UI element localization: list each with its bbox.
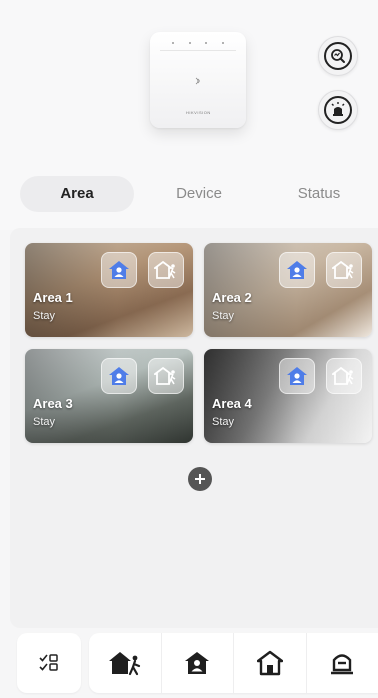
zoom-check-button[interactable] [318,36,358,76]
tab-bar: Area Device Status [0,176,378,212]
stay-home-button[interactable] [279,358,315,394]
area-status: Stay [212,416,235,428]
area-card-2[interactable]: Area 2 Stay [204,243,372,337]
siren-icon [324,96,352,124]
multi-select-icon [39,654,58,671]
disarm-button[interactable] [234,633,307,693]
area-name: Area 4 [212,396,252,411]
area-name: Area 2 [212,290,252,305]
stay-arm-button[interactable] [162,633,234,693]
away-arm-icon [108,652,140,676]
plus-icon [195,474,205,484]
area-name: Area 1 [33,290,73,305]
away-arm-button[interactable] [89,633,162,693]
add-area-button[interactable] [188,467,212,491]
stay-home-icon [109,261,129,279]
area-card-3[interactable]: Area 3 Stay [25,349,193,443]
away-exit-button[interactable] [326,358,362,394]
area-card-1[interactable]: Area 1 Stay [25,243,193,337]
stay-home-icon [287,367,307,385]
multi-select-button[interactable] [17,633,81,693]
clear-alarm-button[interactable] [307,633,378,693]
area-card-4[interactable]: Area 4 Stay [204,349,372,443]
area-name: Area 3 [33,396,73,411]
arm-control-bar [89,633,378,693]
away-exit-icon [154,260,176,279]
nfc-icon [195,77,200,85]
disarm-icon [256,650,283,676]
stay-home-button[interactable] [279,252,315,288]
away-exit-button[interactable] [326,252,362,288]
clear-alarm-icon [331,654,354,675]
away-exit-button[interactable] [148,252,184,288]
stay-home-icon [287,261,307,279]
device-brand: HIKVISION [186,110,211,115]
tab-area[interactable]: Area [20,176,134,212]
stay-home-button[interactable] [101,252,137,288]
stay-home-button[interactable] [101,358,137,394]
tab-device[interactable]: Device [142,176,256,212]
alarm-panel-image: HIKVISION [150,32,246,128]
area-status: Stay [33,310,56,322]
tab-status[interactable]: Status [262,176,376,212]
away-exit-button[interactable] [148,358,184,394]
stay-arm-icon [185,652,210,674]
away-exit-icon [332,366,354,385]
stay-home-icon [109,367,129,385]
siren-button[interactable] [318,90,358,130]
zoom-check-icon [324,42,352,70]
away-exit-icon [154,366,176,385]
area-status: Stay [33,416,56,428]
away-exit-icon [332,260,354,279]
area-status: Stay [212,310,235,322]
